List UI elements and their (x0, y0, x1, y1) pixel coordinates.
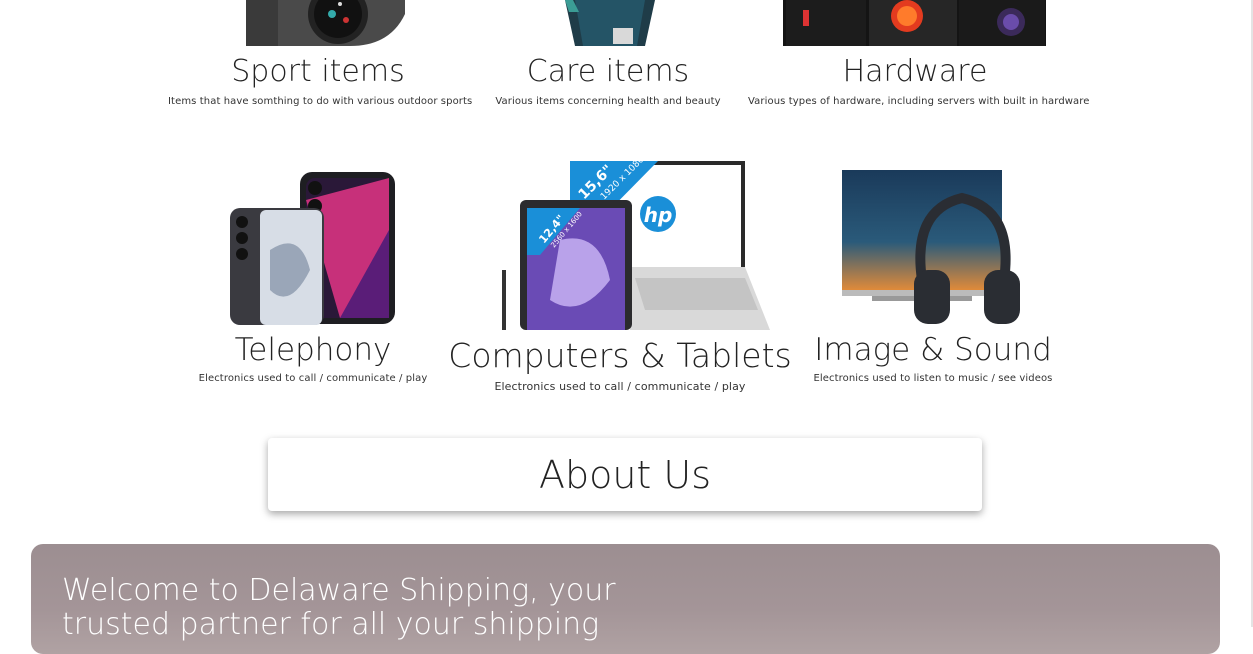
category-computers-tablets[interactable]: Computers & Tablets Electronics used to … (440, 336, 800, 393)
category-description: Various types of hardware, including ser… (748, 96, 1090, 107)
about-us-button[interactable]: About Us (268, 438, 982, 511)
laptop-tablet-image[interactable]: hp 15,6" 1920 x 1080 12,4" 2560 x 1600 (500, 160, 775, 330)
hero-welcome-text: Welcome to Delaware Shipping, your trust… (62, 573, 616, 642)
category-hardware[interactable]: Hardware Various types of hardware, incl… (748, 52, 1090, 107)
category-description: Electronics used to call / communicate /… (198, 373, 428, 384)
smartwatch-image[interactable] (240, 0, 405, 46)
tv-headphones-image[interactable] (842, 170, 1022, 325)
pc-cases-image[interactable] (783, 0, 1046, 46)
category-care-items[interactable]: Care items Various items concerning heal… (488, 52, 728, 107)
category-title[interactable]: Hardware (748, 52, 1082, 92)
category-title[interactable]: Care items (488, 52, 728, 92)
category-sport-items[interactable]: Sport items Items that have somthing to … (168, 52, 473, 107)
svg-text:hp: hp (644, 203, 673, 227)
category-title[interactable]: Sport items (168, 52, 468, 92)
category-description: Electronics used to call / communicate /… (494, 380, 746, 393)
category-description: Items that have somthing to do with vari… (168, 96, 473, 107)
care-product-image[interactable] (565, 0, 655, 46)
hero-banner: Welcome to Delaware Shipping, your trust… (31, 544, 1220, 654)
about-us-label: About Us (538, 452, 712, 497)
category-description: Various items concerning health and beau… (495, 96, 721, 107)
smartphones-image[interactable] (230, 170, 396, 325)
category-description: Electronics used to listen to music / se… (813, 373, 1053, 384)
category-title[interactable]: Computers & Tablets (440, 336, 800, 376)
category-title[interactable]: Image & Sound (808, 330, 1058, 370)
category-title[interactable]: Telephony (188, 330, 438, 370)
category-telephony[interactable]: Telephony Electronics used to call / com… (188, 330, 438, 384)
category-image-sound[interactable]: Image & Sound Electronics used to listen… (808, 330, 1058, 384)
